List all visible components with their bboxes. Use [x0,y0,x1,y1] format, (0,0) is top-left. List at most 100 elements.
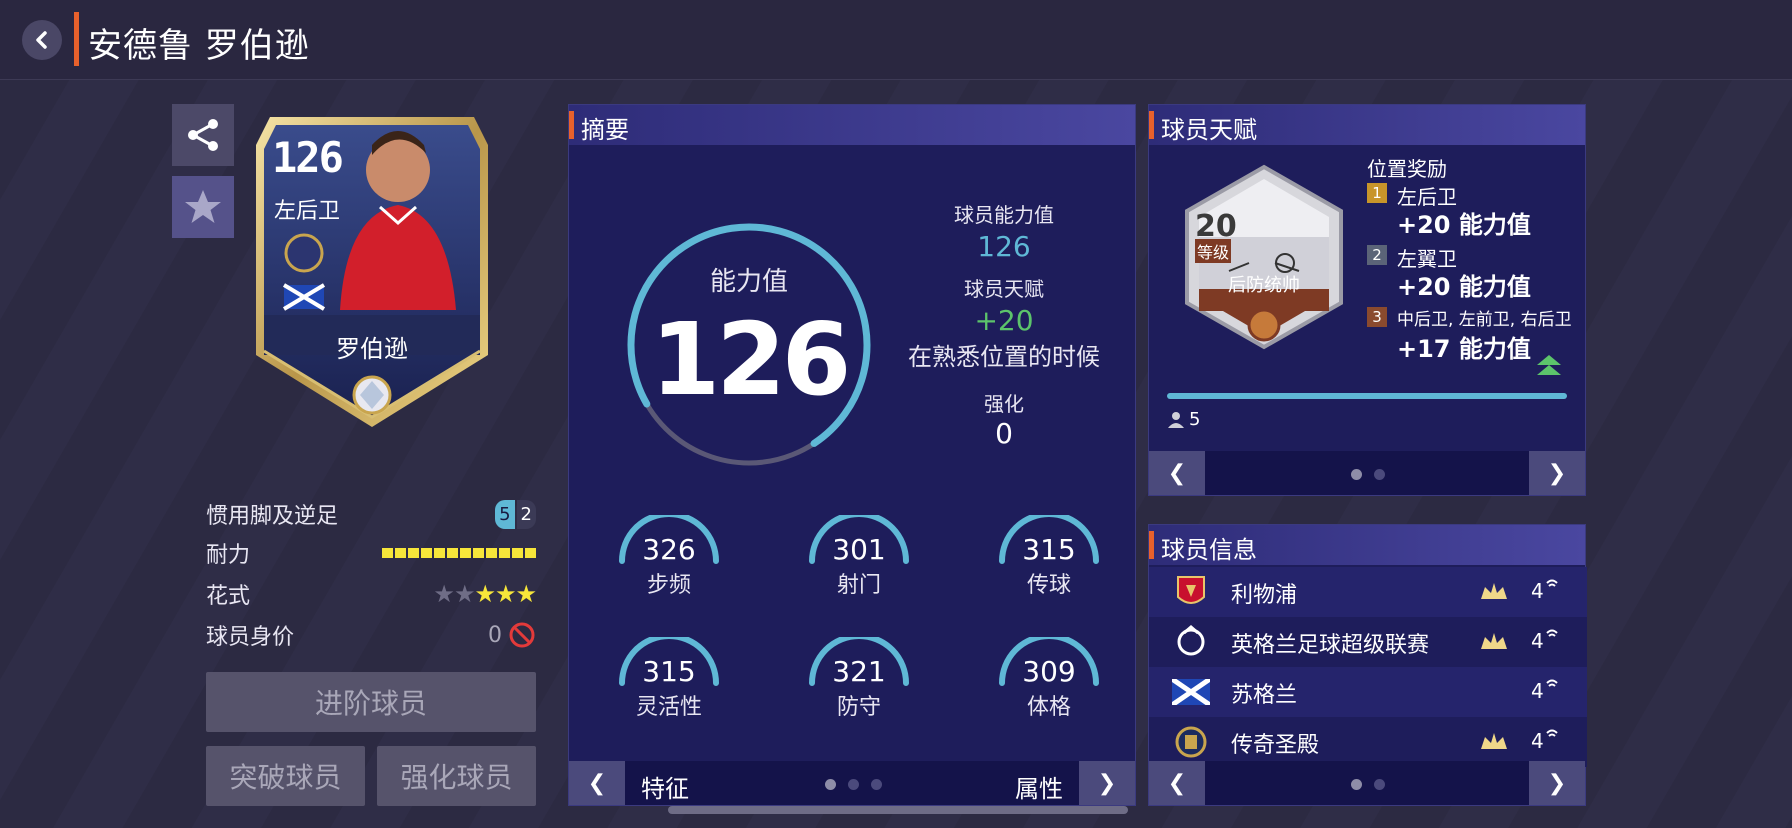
info-row-level: 4 [1531,579,1544,603]
info-row-level: 4 [1531,629,1544,653]
info-prev-button[interactable]: ❮ [1149,761,1205,805]
stamina-segment [525,548,536,558]
player-ability-value: 126 [977,230,1031,263]
page-dot[interactable] [1351,469,1362,480]
page-dot[interactable] [1374,469,1385,480]
player-card[interactable]: 126 左后卫 罗伯逊 [248,105,496,430]
stamina-row: 耐力 [206,536,536,570]
skill-star: ★ [433,580,454,608]
breakthrough-player-button[interactable]: 突破球员 [206,746,365,806]
info-page-dots [1351,779,1385,790]
talent-panel: 球员天赋 20 等级 后防统帅 位置奖励 1 左后卫 +20 能力值 2 左翼卫 +20 … [1148,104,1586,496]
share-icon [188,119,218,151]
enhance-value: 0 [995,417,1013,450]
premier-league-icon [1171,623,1211,661]
horizontal-scrollbar[interactable] [668,806,1128,814]
star-icon [185,190,221,223]
talent-note: 在熟悉位置的时候 [908,343,1100,371]
bonus-value: +20 能力值 [1397,211,1531,239]
foot-strong: 5 [495,499,515,529]
attribute-label: 射门 [836,573,881,598]
attribute-value: 309 [1022,655,1076,688]
attribute-gauge[interactable]: 309 体格 [994,637,1104,737]
stamina-segment [460,548,471,558]
summary-next-button[interactable]: ❯ [1079,761,1135,805]
signal-icon [1546,629,1558,637]
card-rating: 126 [272,133,344,182]
info-row-name: 英格兰足球超级联赛 [1231,633,1430,658]
attribute-label: 灵活性 [635,695,702,720]
bonus-position: 中后卫, 左前卫, 右后卫 [1397,310,1572,330]
summary-prev-button[interactable]: ❮ [569,761,625,805]
page-dot[interactable] [848,779,859,790]
attribute-gauge[interactable]: 315 灵活性 [614,637,724,737]
bonus-rank: 3 [1367,307,1387,327]
info-next-button[interactable]: ❯ [1529,761,1585,805]
talent-footer: ❮ ❯ [1149,451,1585,495]
page-dot[interactable] [1351,779,1362,790]
info-row[interactable]: 苏格兰 4 [1149,667,1587,717]
skill-star: ★ [474,580,495,608]
card-position: 左后卫 [274,199,341,224]
stamina-segment [512,548,523,558]
info-row-name: 苏格兰 [1231,683,1298,708]
talent-next-button[interactable]: ❯ [1529,451,1585,495]
ability-value: 126 [650,301,852,418]
info-panel: 球员信息 利物浦 4 英格兰足球超级联赛 4 苏格兰 4 传奇圣殿 4 ❮ ❯ [1148,524,1587,806]
info-row[interactable]: 英格兰足球超级联赛 4 [1149,617,1587,667]
attribute-gauge[interactable]: 301 射门 [804,515,914,615]
advance-player-button[interactable]: 进阶球员 [206,672,536,732]
share-button[interactable] [172,104,234,166]
page-dot[interactable] [871,779,882,790]
strengthen-player-button[interactable]: 强化球员 [377,746,536,806]
chevron-left-icon [36,31,47,49]
talent-page-dots [1351,469,1385,480]
attribute-label: 步频 [646,573,691,598]
card-name: 罗伯逊 [336,335,408,363]
attribute-label: 防守 [836,695,881,720]
enhance-label: 强化 [984,392,1024,416]
bonus-value: +20 能力值 [1397,273,1531,301]
stamina-segment [408,548,419,558]
attribute-value: 315 [1022,533,1076,566]
foot-row: 惯用脚及逆足 5 2 [206,497,536,531]
expand-up-icon[interactable] [1535,353,1563,377]
stamina-segment [395,548,406,558]
info-row[interactable]: 传奇圣殿 4 [1149,717,1587,767]
crown-icon [1481,633,1507,649]
page-dot[interactable] [825,779,836,790]
foot-values: 5 2 [495,499,536,529]
summary-header: 摘要 [569,105,1135,145]
footer-right-label[interactable]: 属性 [1015,769,1063,804]
talent-count-group: 5 [1167,409,1200,430]
info-row[interactable]: 利物浦 4 [1149,567,1587,617]
attribute-value: 326 [642,533,696,566]
crown-icon [1481,583,1507,599]
talent-prev-button[interactable]: ❮ [1149,451,1205,495]
top-bar: 安德鲁 罗伯逊 [0,0,1792,80]
page-dot[interactable] [1374,779,1385,790]
back-button[interactable] [22,20,62,60]
stamina-segment [434,548,445,558]
attribute-value: 301 [832,533,886,566]
footer-left-label[interactable]: 特征 [641,769,689,804]
scotland-flag-icon [1171,673,1211,711]
attribute-gauge[interactable]: 321 防守 [804,637,914,737]
attribute-gauge[interactable]: 315 传球 [994,515,1104,615]
stamina-bar [382,548,536,558]
talent-level-label: 等级 [1195,239,1232,263]
signal-icon [1546,729,1558,737]
value-row: 球员身价 0 [206,618,536,652]
crown-icon [1481,733,1507,749]
page-title: 安德鲁 罗伯逊 [88,26,310,66]
stamina-segment [421,548,432,558]
signal-icon [1546,679,1558,687]
skill-row: 花式 ★★★★★ [206,577,537,611]
attribute-gauge[interactable]: 326 步频 [614,515,724,615]
skill-stars: ★★★★★ [433,580,537,608]
summary-page-dots [825,779,882,790]
bonus-value: +17 能力值 [1397,335,1531,363]
signal-icon [1546,579,1558,587]
skill-label: 花式 [206,584,251,609]
favorite-button[interactable] [172,176,234,238]
